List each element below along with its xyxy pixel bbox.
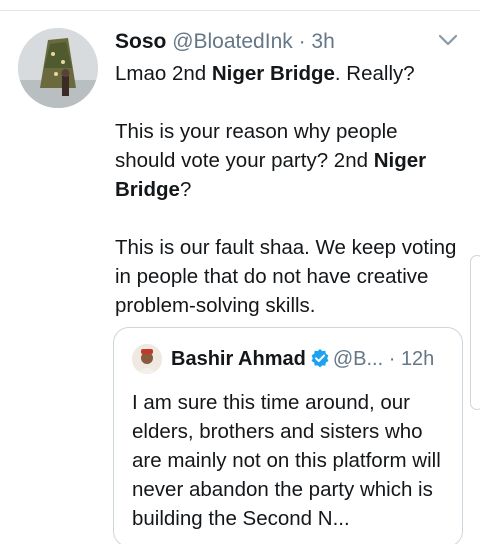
top-divider xyxy=(0,10,480,11)
quoted-tweet-header: Bashir Ahmad @B... · 12h xyxy=(171,346,434,372)
quoted-tweet-text: I am sure this time around, our elders, … xyxy=(132,391,441,530)
quoted-avatar-image xyxy=(132,344,162,374)
quoted-author-name: Bashir Ahmad xyxy=(171,348,306,370)
tweet-paragraph-1: Lmao 2nd Niger Bridge. Really? xyxy=(115,62,415,85)
adjacent-card-edge xyxy=(470,255,480,410)
quoted-tweet-time: 12h xyxy=(400,348,435,370)
author-handle[interactable]: @BloatedInk xyxy=(172,30,293,53)
quoted-author-avatar xyxy=(132,344,162,374)
verified-badge-icon xyxy=(310,348,330,368)
tweet-time[interactable]: 3h xyxy=(311,30,334,53)
quoted-tweet-card[interactable]: Bashir Ahmad @B... · 12h I am sure this … xyxy=(113,327,463,544)
tweet-paragraph-2: This is your reason why people should vo… xyxy=(115,120,427,201)
meta-separator: · xyxy=(292,30,312,53)
tweet-paragraph-3: This is our fault shaa. We keep voting i… xyxy=(115,236,457,317)
author-name[interactable]: Soso xyxy=(115,30,166,53)
chevron-down-icon[interactable] xyxy=(436,30,460,50)
quoted-meta-separator: · xyxy=(383,348,401,370)
tweet-header: Soso @BloatedInk · 3h xyxy=(115,29,335,55)
avatar-image xyxy=(18,28,98,108)
tweet-text: Lmao 2nd Niger Bridge. Really? This is y… xyxy=(115,59,460,349)
quoted-author-handle: @B... xyxy=(332,348,384,370)
author-avatar[interactable] xyxy=(18,28,98,108)
